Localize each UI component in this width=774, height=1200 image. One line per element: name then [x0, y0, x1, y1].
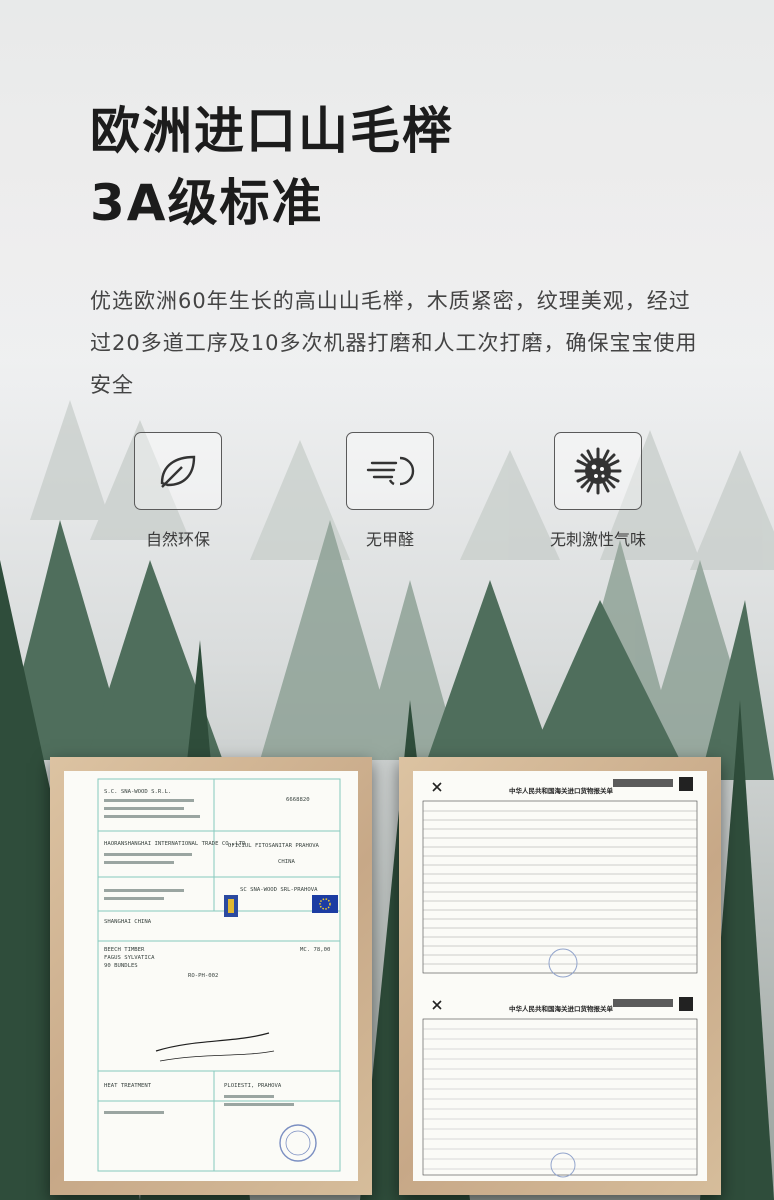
feature-no-odor: 无刺激性气味 — [518, 432, 678, 550]
treatment-text: HEAT TREATMENT — [104, 1083, 152, 1089]
customs-declaration: 中华人民共和国海关进口货物报关单 中华人民共和国海关进口货物报关单 — [413, 771, 707, 1181]
importer-text: HAORANSHANGHAI INTERNATIONAL TRADE CO.,L… — [104, 841, 246, 847]
feature-eco-label: 自然环保 — [145, 530, 210, 549]
issuer-text: SC SNA-WOOD SRL-PRAHOVA — [240, 887, 318, 893]
cert-number: 6668820 — [286, 797, 310, 803]
headline-line1: 欧洲进口山毛榉 — [90, 102, 454, 160]
barcode-bottom — [613, 999, 673, 1007]
customs-declaration-frame: 中华人民共和国海关进口货物报关单 中华人民共和国海关进口货物报关单 — [399, 757, 721, 1195]
customs-title-top: 中华人民共和国海关进口货物报关单 — [509, 786, 614, 795]
leaf-icon — [134, 432, 222, 510]
goods-text: BEECH TIMBER — [104, 947, 145, 953]
eu-flag — [312, 895, 338, 913]
exporter-text: S.C. SNA-WOOD S.R.L. — [104, 789, 171, 795]
latin-name-text: FAGUS SYLVATICA — [104, 955, 155, 961]
origin-code-text: RO-PH-002 — [188, 973, 218, 979]
quantity-text: MC. 78,00 — [300, 947, 330, 953]
place-text: PLOIESTI, PRAHOVA — [224, 1083, 282, 1089]
customs-title-bottom: 中华人民共和国海关进口货物报关单 — [509, 1004, 614, 1013]
qr-code-bottom — [679, 997, 693, 1011]
headline-line2: 3A级标准 — [90, 174, 324, 232]
qr-code-top — [679, 777, 693, 791]
headline: 欧洲进口山毛榉 3A级标准 — [90, 95, 454, 239]
phytosanitary-certificate-frame: S.C. SNA-WOOD S.R.L. 6668820 OFICIUL FIT… — [50, 757, 372, 1195]
feature-no-formaldehyde: 无甲醛 — [310, 432, 470, 550]
official-stamp — [279, 1124, 317, 1162]
wind-cloud-icon — [346, 432, 434, 510]
virus-icon — [554, 432, 642, 510]
feature-eco: 自然环保 — [98, 432, 258, 550]
phytosanitary-certificate: S.C. SNA-WOOD S.R.L. 6668820 OFICIUL FIT… — [64, 771, 358, 1181]
feature-no-odor-label: 无刺激性气味 — [549, 530, 646, 549]
country-text: CHINA — [278, 859, 295, 865]
bundles-text: 90 BUNDLES — [104, 963, 138, 969]
port-text: SHANGHAI CHINA — [104, 919, 152, 925]
signature — [155, 1032, 270, 1052]
customs-emblem-icon — [432, 782, 442, 792]
feature-no-formaldehyde-label: 无甲醛 — [365, 530, 414, 549]
product-description: 优选欧洲60年生长的高山山毛榉，木质紧密，纹理美观，经过过20多道工序及10多次… — [90, 289, 698, 397]
